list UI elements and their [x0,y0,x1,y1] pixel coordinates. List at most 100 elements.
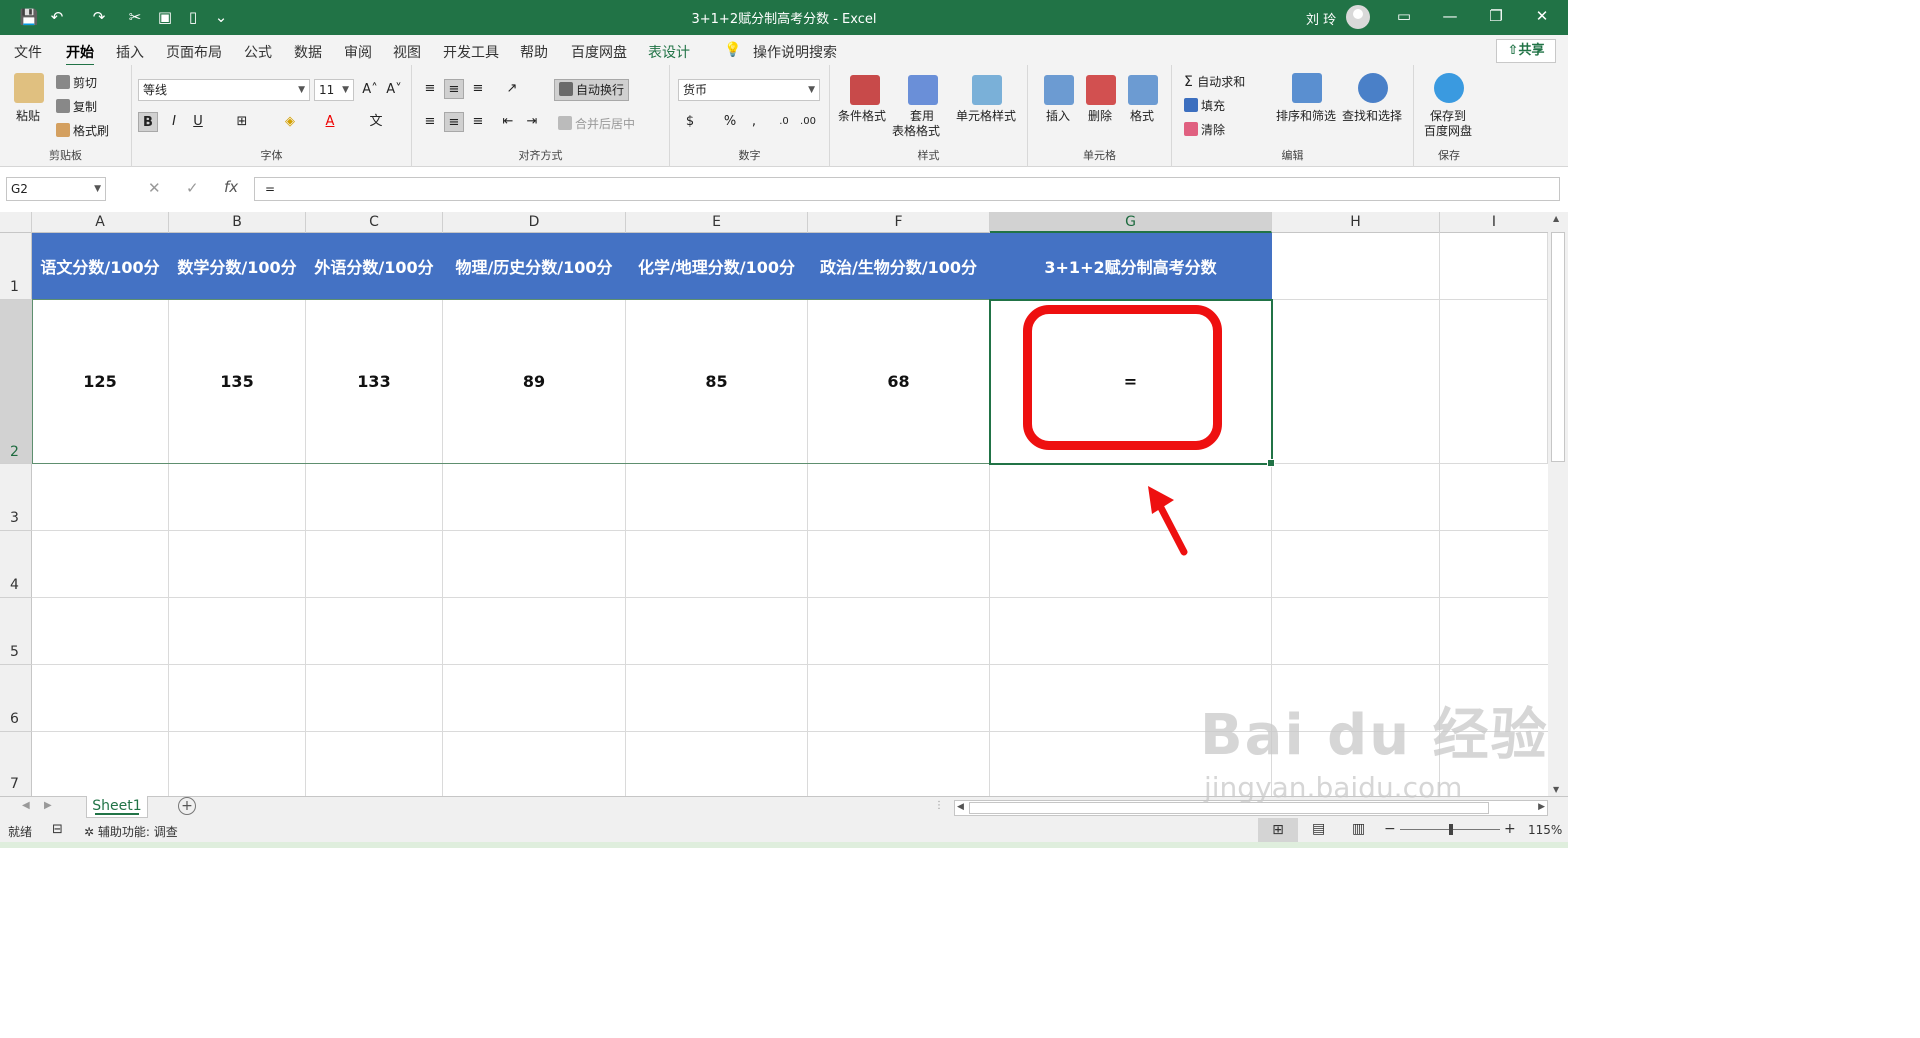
cell-styles-icon[interactable] [972,75,1002,105]
split-handle-icon[interactable]: ⋮ [934,800,944,811]
tab-page-layout[interactable]: 页面布局 [166,42,222,62]
new-file-icon[interactable]: ▯ [182,8,204,26]
cut-button[interactable]: 剪切 [56,74,97,91]
zoom-level[interactable]: 115% [1528,823,1562,837]
value-cell-a2[interactable]: 125 [32,300,169,464]
save-to-netdisk-line2[interactable]: 百度网盘 [1424,122,1472,139]
normal-view-icon[interactable]: ⊞ [1258,818,1298,842]
phonetic-icon[interactable]: 文 [366,112,386,132]
save-icon[interactable]: 💾 [18,8,40,26]
column-header-c[interactable]: C [306,212,443,233]
accounting-icon[interactable]: $ [680,112,700,132]
tab-help[interactable]: 帮助 [520,42,548,62]
find-select-icon[interactable] [1358,73,1388,103]
increase-decimal-icon[interactable]: .0 [774,112,794,132]
orientation-icon[interactable]: ↗ [502,79,522,99]
prev-sheet-icon[interactable]: ◀ [22,800,30,811]
decrease-indent-icon[interactable]: ⇤ [498,112,518,132]
sheet-tab-sheet1[interactable]: Sheet1 [86,796,148,818]
align-right-icon[interactable]: ≡ [468,112,488,132]
header-cell-e1[interactable]: 化学/地理分数/100分 [626,233,808,300]
percent-icon[interactable]: % [720,112,740,132]
tab-file[interactable]: 文件 [14,42,42,62]
column-header-i[interactable]: I [1440,212,1548,233]
value-cell-f2[interactable]: 68 [808,300,990,464]
wrap-text-button[interactable]: 自动换行 [554,79,630,101]
header-cell-b1[interactable]: 数学分数/100分 [169,233,306,300]
column-header-a[interactable]: A [32,212,169,233]
cancel-icon[interactable]: ✕ [148,179,161,197]
row-header-3[interactable]: 3 [0,464,32,531]
scroll-left-icon[interactable]: ◀ [957,802,964,812]
tab-insert[interactable]: 插入 [116,42,144,62]
insert-cells-icon[interactable] [1044,75,1074,105]
zoom-slider-thumb[interactable] [1449,824,1453,835]
tab-view[interactable]: 视图 [393,42,421,62]
header-cell-a1[interactable]: 语文分数/100分 [32,233,169,300]
italic-button[interactable]: I [164,112,184,132]
baidu-netdisk-icon[interactable] [1434,73,1464,103]
select-all-corner[interactable] [0,212,32,233]
copy-button[interactable]: 复制 [56,98,97,115]
cell-h1[interactable] [1272,233,1440,300]
align-left-icon[interactable]: ≡ [420,112,440,132]
autosum-button[interactable]: Σ 自动求和 [1184,73,1245,90]
format-cells-icon[interactable] [1128,75,1158,105]
align-bottom-icon[interactable]: ≡ [468,79,488,99]
increase-indent-icon[interactable]: ⇥ [522,112,542,132]
fill-color-icon[interactable]: ◈ [280,112,300,132]
number-format-select[interactable]: 货币 ▼ [678,79,820,101]
undo-icon[interactable]: ↶ [46,8,68,26]
ribbon-display-icon[interactable]: ▭ [1384,7,1424,25]
column-header-d[interactable]: D [443,212,626,233]
horizontal-scrollbar[interactable]: ◀ ▶ [954,800,1548,816]
format-as-table-line2[interactable]: 表格格式 [892,122,940,139]
header-cell-f1[interactable]: 政治/生物分数/100分 [808,233,990,300]
vertical-scrollbar[interactable]: ▲ ▼ [1548,212,1568,796]
decrease-decimal-icon[interactable]: .00 [798,112,818,132]
tab-baidu-netdisk[interactable]: 百度网盘 [571,42,627,62]
find-select-button[interactable]: 查找和选择 [1342,107,1402,124]
enter-icon[interactable]: ✓ [186,179,199,197]
row-header-2[interactable]: 2 [0,300,32,464]
name-box[interactable]: G2 ▼ [6,177,106,201]
row-header-4[interactable]: 4 [0,531,32,598]
grow-font-icon[interactable]: A˄ [360,80,380,100]
conditional-format-icon[interactable] [850,75,880,105]
column-header-b[interactable]: B [169,212,306,233]
save-as-icon[interactable]: ▣ [154,8,176,26]
tab-data[interactable]: 数据 [294,42,322,62]
redo-icon[interactable]: ↷ [88,8,110,26]
insert-cells-button[interactable]: 插入 [1046,107,1070,124]
row-header-6[interactable]: 6 [0,665,32,732]
column-header-e[interactable]: E [626,212,808,233]
value-cell-c2[interactable]: 133 [306,300,443,464]
macro-record-icon[interactable]: ⊟ [52,822,63,837]
align-center-icon[interactable]: ≡ [444,112,464,132]
row-header-7[interactable]: 7 [0,732,32,796]
row-header-1[interactable]: 1 [0,233,32,300]
fill-button[interactable]: 填充 [1184,97,1225,114]
header-cell-g1[interactable]: 3+1+2赋分制高考分数 [990,233,1272,300]
align-top-icon[interactable]: ≡ [420,79,440,99]
column-header-h[interactable]: H [1272,212,1440,233]
format-painter-button[interactable]: 格式刷 [56,122,109,139]
value-cell-b2[interactable]: 135 [169,300,306,464]
add-sheet-icon[interactable]: + [178,797,196,815]
next-sheet-icon[interactable]: ▶ [44,800,52,811]
vertical-scroll-thumb[interactable] [1551,232,1565,462]
bold-button[interactable]: B [138,112,158,132]
column-header-g[interactable]: G [990,212,1272,233]
cell-h2[interactable] [1272,300,1440,464]
font-color-icon[interactable]: A [320,112,340,132]
minimize-icon[interactable]: — [1430,7,1470,25]
comma-icon[interactable]: , [744,112,764,132]
header-cell-d1[interactable]: 物理/历史分数/100分 [443,233,626,300]
page-layout-view-icon[interactable]: ▤ [1312,821,1325,837]
insert-function-icon[interactable]: fx [224,178,238,196]
worksheet-grid[interactable]: 语文分数/100分 数学分数/100分 外语分数/100分 物理/历史分数/10… [32,233,1548,796]
delete-cells-icon[interactable] [1086,75,1116,105]
accessibility-status[interactable]: ✲ 辅助功能: 调查 [84,823,178,840]
scroll-right-icon[interactable]: ▶ [1538,802,1545,812]
align-middle-icon[interactable]: ≡ [444,79,464,99]
